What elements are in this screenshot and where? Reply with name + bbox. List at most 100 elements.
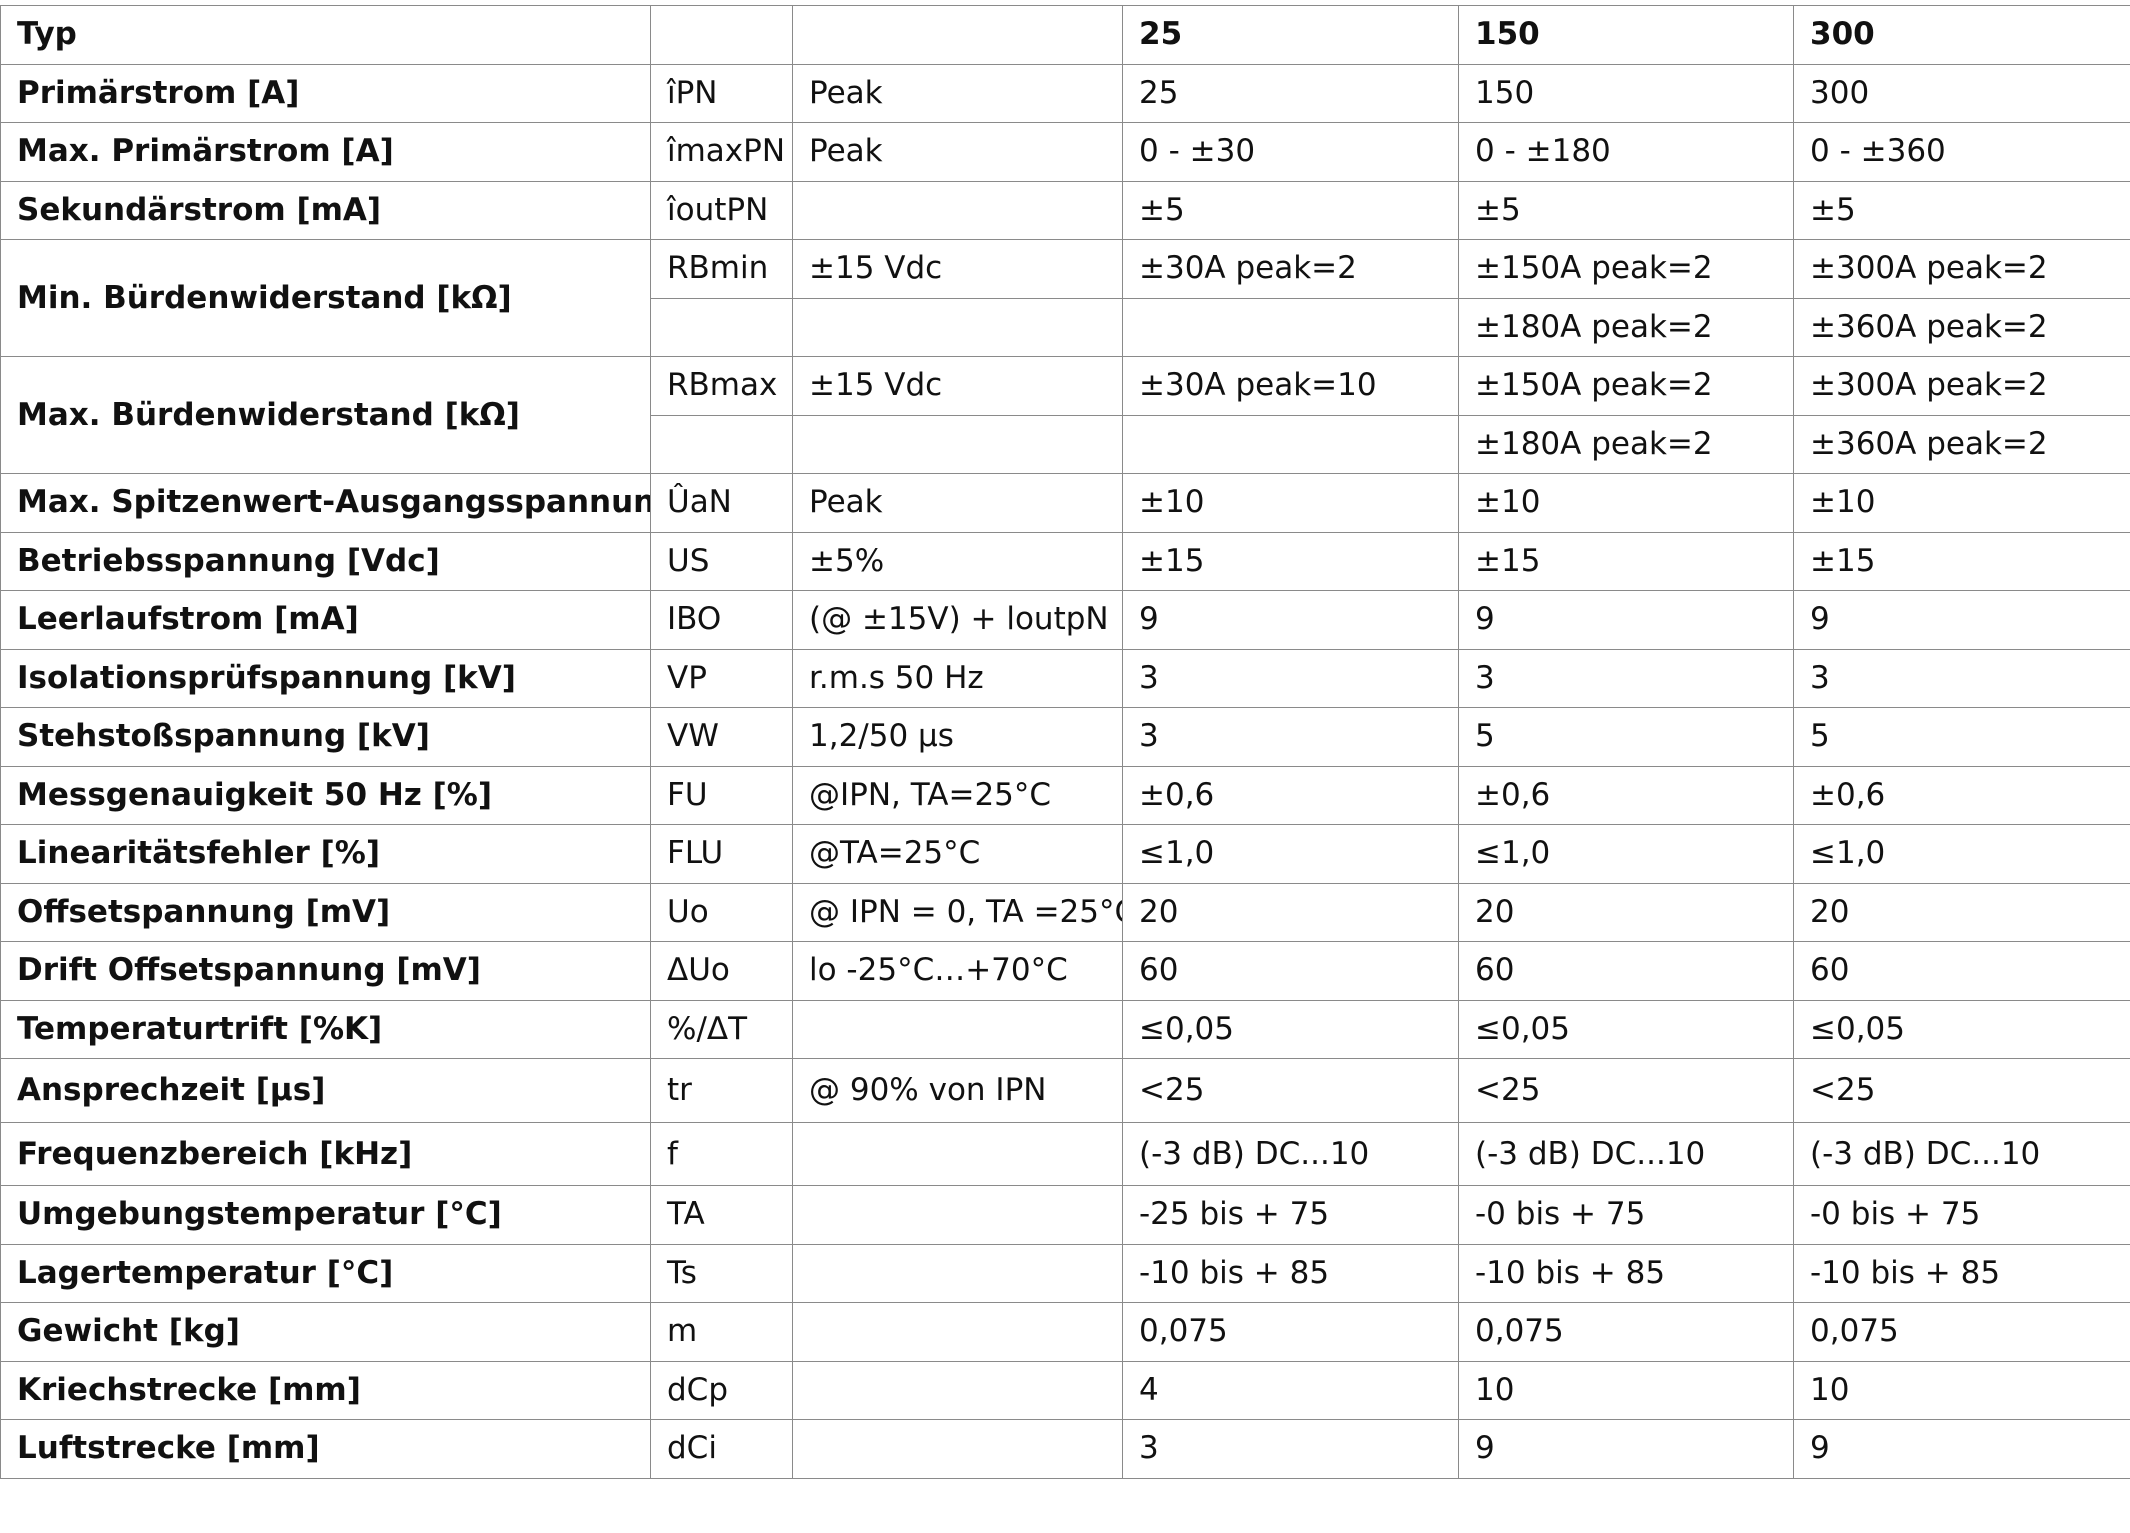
value-cell: 3 <box>1458 648 1794 708</box>
value-cell: 150 <box>1458 63 1794 123</box>
condition-cell <box>792 1419 1123 1479</box>
table-row: Kriechstrecke [mm] dCp 4 10 10 <box>0 1360 2130 1420</box>
value-cell: 60 <box>1458 941 1794 1001</box>
value-cell: ≤0,05 <box>1793 999 2130 1059</box>
value-cell: ±180A peak=2 <box>1458 414 1794 474</box>
value-cell: ±15 <box>1458 531 1794 591</box>
condition-cell <box>792 297 1123 357</box>
header-row: Typ 25 150 300 <box>0 5 2130 65</box>
parameter-name: Leerlaufstrom [mA] <box>0 590 651 650</box>
value-cell: -10 bis + 85 <box>1122 1243 1459 1303</box>
value-cell: ±5 <box>1122 180 1459 240</box>
symbol-cell: tr <box>650 1058 793 1123</box>
parameter-name: Luftstrecke [mm] <box>0 1419 651 1479</box>
condition-cell: @ 90% von IPN <box>792 1058 1123 1123</box>
value-cell: 9 <box>1122 590 1459 650</box>
parameter-name: Umgebungstemperatur [°C] <box>0 1185 651 1245</box>
symbol-cell: m <box>650 1302 793 1362</box>
value-cell: ±180A peak=2 <box>1458 297 1794 357</box>
table-row: Betriebsspannung [Vdc] US ±5% ±15 ±15 ±15 <box>0 531 2130 591</box>
table-row: Umgebungstemperatur [°C] TA -25 bis + 75 -0… <box>0 1185 2130 1245</box>
symbol-cell <box>650 414 793 474</box>
condition-cell: ±15 Vdc <box>792 239 1123 299</box>
value-cell: 20 <box>1122 882 1459 942</box>
parameter-name: Primärstrom [A] <box>0 63 651 123</box>
value-cell: ±360A peak=2 <box>1793 414 2130 474</box>
value-cell: ±0,6 <box>1122 765 1459 825</box>
condition-cell: (@ ±15V) + loutpN <box>792 590 1123 650</box>
parameter-name: Max. Spitzenwert-Ausgangsspannung [V] <box>0 473 651 533</box>
value-cell: ±300A peak=2 <box>1793 239 2130 299</box>
value-cell: 9 <box>1793 1419 2130 1479</box>
value-cell: ±10 <box>1793 473 2130 533</box>
parameter-name: Isolationsprüfspannung [kV] <box>0 648 651 708</box>
value-cell: 3 <box>1793 648 2130 708</box>
value-cell: 0 - ±180 <box>1458 122 1794 182</box>
condition-cell: ±5% <box>792 531 1123 591</box>
parameter-name: Betriebsspannung [Vdc] <box>0 531 651 591</box>
table-row: Luftstrecke [mm] dCi 3 9 9 <box>0 1419 2130 1479</box>
parameter-name: Max. Primärstrom [A] <box>0 122 651 182</box>
symbol-cell: Uo <box>650 882 793 942</box>
table-row: Frequenzbereich [kHz] f (-3 dB) DC...10 (-3… <box>0 1122 2130 1186</box>
symbol-cell: TA <box>650 1185 793 1245</box>
parameter-name: Temperaturtrift [%K] <box>0 999 651 1059</box>
value-cell <box>1122 414 1459 474</box>
condition-cell <box>792 1243 1123 1303</box>
symbol-cell: îPN <box>650 63 793 123</box>
value-cell: ±30A peak=2 <box>1122 239 1459 299</box>
symbol-cell: ÛaN <box>650 473 793 533</box>
condition-cell: @TA=25°C <box>792 824 1123 884</box>
symbol-cell <box>650 297 793 357</box>
value-cell: 20 <box>1458 882 1794 942</box>
table-row: Linearitätsfehler [%] FLU @TA=25°C ≤1,0 ≤1,0… <box>0 824 2130 884</box>
table-row: Min. Bürdenwiderstand [kΩ] RBmin ±15 Vdc ±3… <box>0 239 2130 357</box>
symbol-cell: RBmin <box>650 239 793 299</box>
condition-cell: ±15 Vdc <box>792 356 1123 416</box>
symbol-cell: dCi <box>650 1419 793 1479</box>
parameter-name: Min. Bürdenwiderstand [kΩ] <box>0 239 651 357</box>
value-cell: 60 <box>1122 941 1459 1001</box>
value-cell: 5 <box>1793 707 2130 767</box>
value-cell: ±5 <box>1458 180 1794 240</box>
parameter-name: Frequenzbereich [kHz] <box>0 1122 651 1186</box>
symbol-cell: %/ΔT <box>650 999 793 1059</box>
symbol-cell: dCp <box>650 1360 793 1420</box>
header-model-0: 25 <box>1122 5 1459 65</box>
table-row: Stehstoßspannung [kV] VW 1,2/50 µs 3 5 5 <box>0 707 2130 767</box>
header-model-1: 150 <box>1458 5 1794 65</box>
value-cell: -10 bis + 85 <box>1458 1243 1794 1303</box>
parameter-name: Drift Offsetspannung [mV] <box>0 941 651 1001</box>
table-row: Messgenauigkeit 50 Hz [%] FU @IPN, TA=25°C… <box>0 765 2130 825</box>
table-row: Isolationsprüfspannung [kV] VP r.m.s 50 Hz… <box>0 648 2130 708</box>
value-cell: ±10 <box>1458 473 1794 533</box>
value-cell: ±360A peak=2 <box>1793 297 2130 357</box>
value-cell: ±5 <box>1793 180 2130 240</box>
value-cell: ±15 <box>1122 531 1459 591</box>
value-cell: 0,075 <box>1122 1302 1459 1362</box>
parameter-name: Kriechstrecke [mm] <box>0 1360 651 1420</box>
condition-cell: Peak <box>792 63 1123 123</box>
condition-cell: Peak <box>792 473 1123 533</box>
value-cell <box>1122 297 1459 357</box>
spec-table: Typ 25 150 300 Primärstrom [A] îPN Peak 25 150 30… <box>0 5 2130 1479</box>
table-row: Primärstrom [A] îPN Peak 25 150 300 <box>0 63 2130 123</box>
value-cell: (-3 dB) DC...10 <box>1122 1122 1459 1186</box>
table-row: Sekundärstrom [mA] îoutPN ±5 ±5 ±5 <box>0 180 2130 240</box>
value-cell: ±150A peak=2 <box>1458 356 1794 416</box>
table-row: Max. Spitzenwert-Ausgangsspannung [V]ÛaN… <box>0 473 2130 533</box>
symbol-cell: VP <box>650 648 793 708</box>
table-row: Lagertemperatur [°C] Ts -10 bis + 85 -10 bi… <box>0 1243 2130 1303</box>
parameter-name: Messgenauigkeit 50 Hz [%] <box>0 765 651 825</box>
symbol-cell: ΔUo <box>650 941 793 1001</box>
table-row: Max. Bürdenwiderstand [kΩ] RBmax ±15 Vdc ±3… <box>0 356 2130 474</box>
value-cell: 0,075 <box>1793 1302 2130 1362</box>
value-cell: ≤1,0 <box>1122 824 1459 884</box>
condition-cell <box>792 1360 1123 1420</box>
condition-cell: Peak <box>792 122 1123 182</box>
symbol-cell: îmaxPN <box>650 122 793 182</box>
value-cell: 3 <box>1122 1419 1459 1479</box>
value-cell: 10 <box>1793 1360 2130 1420</box>
condition-cell: @IPN, TA=25°C <box>792 765 1123 825</box>
value-cell: 9 <box>1458 1419 1794 1479</box>
